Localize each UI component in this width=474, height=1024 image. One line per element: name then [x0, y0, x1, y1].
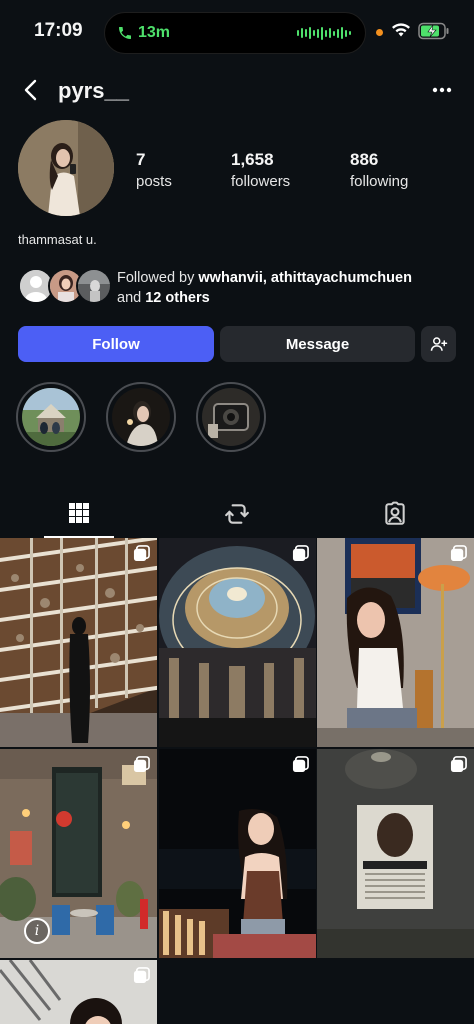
- story-highlight-2[interactable]: [106, 382, 176, 452]
- highlight-3-photo: [202, 388, 260, 446]
- post-thumbnail-4[interactable]: i: [0, 749, 157, 958]
- status-bar: 17:09 13m: [0, 0, 474, 64]
- tab-posts-grid[interactable]: [0, 492, 158, 538]
- highlight-1-photo: [22, 388, 80, 446]
- phone-icon: [119, 27, 131, 39]
- post-5-photo: [159, 749, 316, 958]
- carousel-icon: [133, 967, 150, 984]
- post-thumbnail-1[interactable]: [0, 538, 157, 747]
- carousel-icon: [292, 756, 309, 773]
- call-duration: 13m: [138, 24, 171, 41]
- reels-repost-icon: [225, 504, 249, 524]
- tab-tagged[interactable]: [316, 492, 474, 538]
- followed-by-row[interactable]: Followed by wwhanvii, athittayachumchuen…: [18, 268, 458, 312]
- profile-tabs: [0, 492, 474, 538]
- info-icon[interactable]: i: [24, 918, 50, 944]
- post-thumbnail-3[interactable]: [317, 538, 474, 747]
- carousel-icon: [450, 756, 467, 773]
- followed-by-text: Followed by wwhanvii, athittayachumchuen…: [117, 268, 457, 308]
- post-2-photo: [159, 538, 316, 747]
- avatar-photo: [18, 120, 114, 216]
- mutual-avatar-3: [76, 268, 112, 304]
- highlight-1-cover: [22, 388, 80, 446]
- dynamic-island-call[interactable]: 13m: [104, 12, 366, 54]
- highlight-2-cover: [112, 388, 170, 446]
- privacy-indicator-dot: [376, 29, 383, 36]
- stat-following[interactable]: 886 following: [350, 150, 408, 190]
- chevron-left-icon[interactable]: [20, 78, 44, 102]
- profile-bio: thammasat u.: [18, 232, 97, 247]
- carousel-icon: [133, 756, 150, 773]
- post-thumbnail-7[interactable]: [0, 960, 157, 1024]
- stat-followers[interactable]: 1,658 followers: [231, 150, 290, 190]
- post-thumbnail-6[interactable]: [317, 749, 474, 958]
- highlight-3-cover: [202, 388, 260, 446]
- followed-by-others[interactable]: 12 others: [145, 290, 209, 306]
- wifi-icon: [392, 23, 410, 37]
- profile-username: pyrs__: [58, 78, 129, 103]
- followed-by-names[interactable]: wwhanvii, athittayachumchuen: [198, 270, 412, 286]
- posts-label: posts: [136, 173, 172, 190]
- grid-icon: [69, 503, 89, 523]
- more-horizontal-icon[interactable]: [428, 80, 456, 100]
- mutual-avatar-3-photo: [78, 270, 110, 302]
- followers-label: followers: [231, 173, 291, 190]
- story-highlight-3[interactable]: [196, 382, 266, 452]
- add-person-icon: [430, 337, 447, 351]
- status-time: 17:09: [34, 20, 83, 41]
- carousel-icon: [292, 545, 309, 562]
- profile-avatar[interactable]: [18, 120, 114, 216]
- post-6-photo: [317, 749, 474, 958]
- battery-charging-icon: [418, 22, 449, 40]
- tab-reposts[interactable]: [158, 492, 316, 538]
- post-thumbnail-2[interactable]: [159, 538, 316, 747]
- carousel-icon: [133, 545, 150, 562]
- message-button[interactable]: Message: [220, 326, 415, 362]
- posts-count: 7: [136, 150, 146, 169]
- profile-header: pyrs__: [0, 70, 474, 114]
- carousel-icon: [450, 545, 467, 562]
- following-label: following: [350, 173, 409, 190]
- followers-count: 1,658: [231, 150, 274, 169]
- audio-waveform-icon: [297, 26, 351, 40]
- following-count: 886: [350, 150, 379, 169]
- post-thumbnail-5[interactable]: [159, 749, 316, 958]
- followed-by-and: and: [117, 290, 146, 306]
- stat-posts: 7 posts: [136, 150, 172, 190]
- story-highlight-1[interactable]: [16, 382, 86, 452]
- post-1-photo: [0, 538, 157, 747]
- suggested-users-button[interactable]: [421, 326, 456, 362]
- highlight-2-photo: [112, 388, 170, 446]
- tagged-icon: [385, 501, 405, 525]
- follow-button[interactable]: Follow: [18, 326, 214, 362]
- post-3-photo: [317, 538, 474, 747]
- followed-by-prefix: Followed by: [117, 270, 199, 286]
